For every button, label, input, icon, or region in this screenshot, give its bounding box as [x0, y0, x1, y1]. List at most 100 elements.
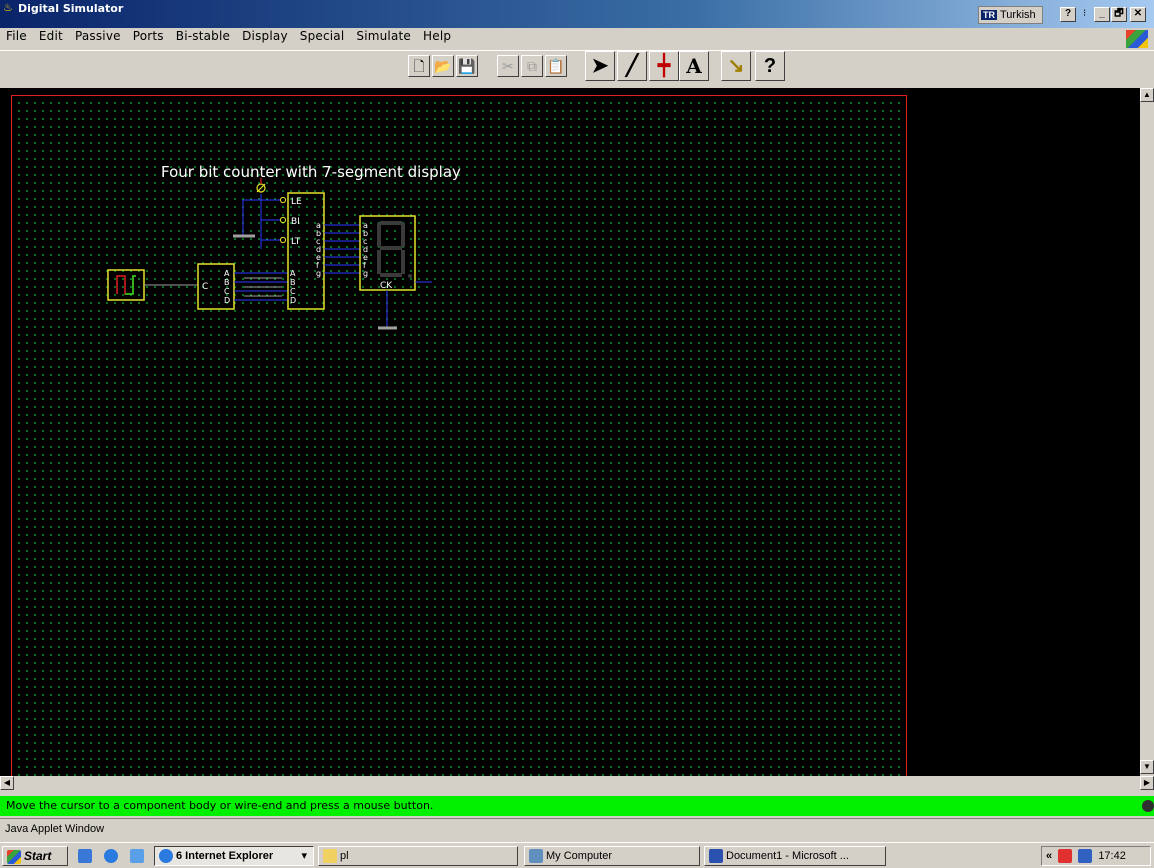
scroll-left-icon[interactable]: ◀: [0, 776, 14, 790]
volume-icon[interactable]: [1078, 849, 1093, 864]
taskbar: Start 6 Internet Explorer ▾ pl My Compute…: [0, 842, 1154, 868]
menu-passive[interactable]: Passive: [69, 28, 127, 46]
ie-icon: [104, 849, 118, 864]
scroll-up-icon[interactable]: ▲: [1140, 88, 1154, 102]
counter-out-b: B: [224, 278, 230, 287]
windows-flag-icon: [7, 849, 21, 864]
folder-icon: [323, 849, 337, 864]
paste-icon[interactable]: 📋: [545, 55, 567, 77]
circuit-diagram: Four bit counter with 7-segment display …: [107, 163, 461, 330]
circuit-title: Four bit counter with 7-segment display: [161, 163, 461, 181]
minimize-button[interactable]: _: [1094, 7, 1110, 22]
probe-tool-icon[interactable]: ↘: [721, 51, 751, 81]
decoder-in-d: D: [290, 296, 296, 305]
task-folder-pl[interactable]: pl: [318, 846, 518, 866]
quicklaunch-ie-icon[interactable]: [100, 846, 122, 866]
lt-inversion-bubble: [279, 236, 287, 244]
display-in-g: g: [363, 269, 368, 278]
computer-icon: [529, 849, 543, 864]
menu-bi-stable[interactable]: Bi-stable: [170, 28, 236, 46]
network-icon[interactable]: [1058, 849, 1073, 864]
applet-window-label: Java Applet Window: [5, 823, 105, 835]
junction-tool-icon[interactable]: ┿: [649, 51, 679, 81]
ie-task-icon: [159, 849, 173, 864]
restore-button[interactable]: 🗗: [1111, 7, 1127, 22]
bi-inversion-bubble: [279, 216, 287, 224]
counter-clock-label: C: [202, 282, 208, 292]
clock-wave-icon-high: [125, 275, 136, 295]
menu-file[interactable]: File: [0, 28, 33, 46]
menu-special[interactable]: Special: [294, 28, 351, 46]
save-icon[interactable]: 💾: [456, 55, 478, 77]
task-document1[interactable]: Document1 - Microsoft ...: [704, 846, 886, 866]
title-bar: ♨ Digital Simulator TR Turkish ? ⁝ _ 🗗 ✕: [0, 0, 1154, 28]
bus-counter-decoder-highlight: [244, 277, 282, 297]
decoder-in-b: B: [290, 278, 296, 287]
task-document-label: Document1 - Microsoft ...: [726, 850, 849, 862]
vertical-scrollbar[interactable]: ▲ ▼: [1140, 88, 1154, 788]
cut-icon[interactable]: ✂: [497, 55, 519, 77]
canvas-area: Four bit counter with 7-segment display …: [0, 88, 1154, 778]
close-button[interactable]: ✕: [1130, 7, 1146, 22]
scroll-down-icon[interactable]: ▼: [1140, 760, 1154, 774]
start-button[interactable]: Start: [2, 846, 68, 866]
start-label: Start: [24, 849, 52, 863]
task-mycomputer-label: My Computer: [546, 850, 613, 862]
toolbar: 🗋 📂 💾 ✂ ⧉ 📋 ➤ ╱ ┿ A ↘ ?: [0, 50, 1154, 89]
status-indicator-icon: [1142, 800, 1154, 812]
system-tray: « 17:42: [1041, 846, 1151, 866]
task-group-arrow-icon[interactable]: ▾: [301, 847, 307, 865]
task-internet-explorer[interactable]: 6 Internet Explorer ▾: [154, 846, 314, 866]
menu-help[interactable]: Help: [417, 28, 457, 46]
applet-bar: Java Applet Window: [0, 818, 1154, 841]
counter-out-d: D: [224, 296, 230, 305]
seven-segment-display[interactable]: [359, 215, 416, 291]
status-indicator: [1140, 796, 1154, 816]
decoder-in-c: C: [290, 287, 296, 296]
quicklaunch-desktop-icon[interactable]: [74, 846, 96, 866]
clock-source[interactable]: [107, 269, 145, 301]
tray-expand-icon[interactable]: «: [1046, 850, 1052, 862]
help-tool-icon[interactable]: ?: [755, 51, 785, 81]
menu-bar: File Edit Passive Ports Bi-stable Displa…: [0, 28, 1154, 46]
horizontal-scrollbar[interactable]: ◀ ▶: [0, 776, 1154, 790]
status-message: Move the cursor to a component body or w…: [0, 796, 1140, 816]
windows-logo-icon: [1126, 30, 1148, 48]
language-label: Turkish: [1000, 9, 1036, 21]
display-ck-label: CK: [380, 281, 393, 291]
wire-tool-icon[interactable]: ╱: [617, 51, 647, 81]
text-tool-icon[interactable]: A: [679, 51, 709, 81]
menu-ports[interactable]: Ports: [127, 28, 170, 46]
tray-clock[interactable]: 17:42: [1098, 850, 1126, 862]
task-ie-label: 6 Internet Explorer: [176, 850, 274, 862]
language-options-icon[interactable]: ⁝: [1083, 8, 1086, 19]
task-pl-label: pl: [340, 850, 349, 862]
copy-icon[interactable]: ⧉: [521, 55, 543, 77]
word-icon: [709, 849, 723, 864]
menu-edit[interactable]: Edit: [33, 28, 69, 46]
schematic-canvas[interactable]: Four bit counter with 7-segment display …: [11, 95, 907, 778]
language-indicator[interactable]: TR Turkish: [978, 6, 1043, 24]
desktop-icon: [78, 849, 92, 864]
le-inversion-bubble: [279, 196, 287, 204]
window-title: Digital Simulator: [18, 2, 124, 15]
bus-decoder-display[interactable]: [324, 224, 360, 274]
media-icon: [130, 849, 144, 864]
scroll-right-icon[interactable]: ▶: [1140, 776, 1154, 790]
task-my-computer[interactable]: My Computer: [524, 846, 700, 866]
select-arrow-icon[interactable]: ➤: [585, 51, 615, 81]
quicklaunch-media-icon[interactable]: [126, 846, 148, 866]
java-app-icon: ♨: [3, 2, 13, 14]
counter-out-a: A: [224, 269, 230, 278]
decoder-pin-lt: LT: [291, 237, 301, 247]
counter-out-c: C: [224, 287, 230, 296]
language-help-button[interactable]: ?: [1060, 7, 1076, 22]
decoder-pin-bi: BI: [291, 217, 300, 227]
decoder-out-g: g: [316, 269, 321, 278]
new-file-icon[interactable]: 🗋: [408, 55, 430, 77]
menu-display[interactable]: Display: [236, 28, 294, 46]
menu-simulate[interactable]: Simulate: [350, 28, 417, 46]
decoder-pin-le: LE: [291, 197, 302, 207]
decoder-in-a: A: [290, 269, 296, 278]
open-folder-icon[interactable]: 📂: [432, 55, 454, 77]
